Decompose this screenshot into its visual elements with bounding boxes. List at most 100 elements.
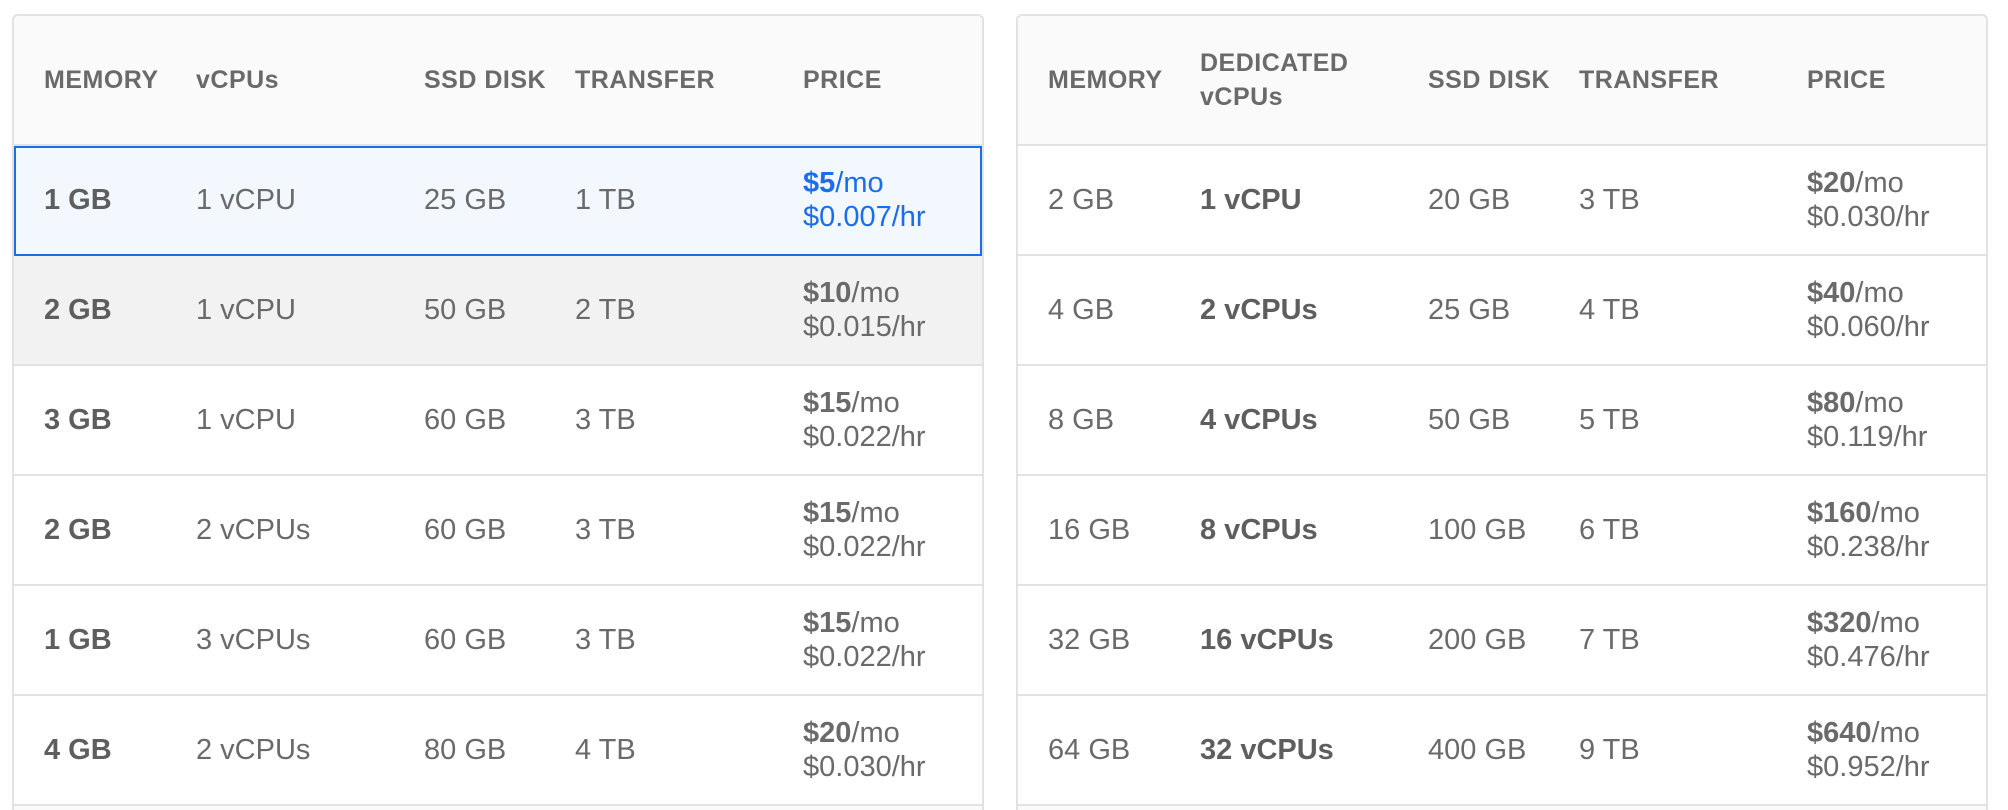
cell-transfer: 3 TB <box>575 403 636 436</box>
cell-price: $320/mo $0.476/hr <box>1807 586 1930 694</box>
cell-price: $20/mo $0.030/hr <box>1807 146 1930 254</box>
cell-ssd-disk: 25 GB <box>424 183 507 216</box>
price-monthly-amount: $15 <box>803 607 852 639</box>
plan-row[interactable]: 3 GB 1 vCPU 60 GB 3 TB $15/mo $0.022/hr <box>14 366 982 476</box>
price-monthly: $640/mo <box>1807 716 1920 750</box>
plan-row[interactable]: 1 GB 3 vCPUs 60 GB 3 TB $15/mo $0.022/hr <box>14 586 982 696</box>
cell-vcpus: 3 vCPUs <box>196 623 311 656</box>
price-monthly-unit: /mo <box>1855 387 1904 419</box>
price-monthly-amount: $20 <box>1807 167 1856 199</box>
cell-memory: 8 GB <box>1048 403 1115 436</box>
plan-row[interactable]: 16 GB 8 vCPUs 100 GB 6 TB $160/mo $0.238/hr <box>1018 476 1986 586</box>
table-body: 2 GB 1 vCPU 20 GB 3 TB $20/mo $0.030/hr 4 GB 2 … <box>1018 146 1986 806</box>
cell-vcpus: 2 vCPUs <box>1200 293 1318 326</box>
header-vcpus: vCPUs <box>196 66 280 94</box>
price-hourly: $0.022/hr <box>803 421 926 453</box>
price-hourly: $0.022/hr <box>803 531 926 563</box>
cell-price: $15/mo $0.022/hr <box>803 476 926 584</box>
price-hourly: $0.007/hr <box>803 201 926 233</box>
price-monthly-unit: /mo <box>1871 607 1920 639</box>
price-monthly: $320/mo <box>1807 606 1920 640</box>
plan-row[interactable]: 1 GB 1 vCPU 25 GB 1 TB $5/mo $0.007/hr <box>14 146 982 256</box>
price-hourly: $0.952/hr <box>1807 751 1930 783</box>
plan-row[interactable]: 2 GB 2 vCPUs 60 GB 3 TB $15/mo $0.022/hr <box>14 476 982 586</box>
price-monthly: $15/mo <box>803 496 900 530</box>
table-header: MEMORY DEDICATED vCPUs SSD DISK TRANSFER… <box>1018 16 1986 146</box>
price-monthly: $80/mo <box>1807 386 1904 420</box>
price-monthly-amount: $640 <box>1807 717 1872 749</box>
price-monthly-amount: $160 <box>1807 497 1872 529</box>
price-hourly: $0.030/hr <box>803 751 926 783</box>
cell-memory: 4 GB <box>1048 293 1115 326</box>
price-monthly-amount: $20 <box>803 717 852 749</box>
header-price: PRICE <box>803 66 882 94</box>
price-hourly: $0.060/hr <box>1807 311 1930 343</box>
cell-memory: 2 GB <box>44 293 112 326</box>
cell-vcpus: 16 vCPUs <box>1200 623 1334 656</box>
cell-transfer: 3 TB <box>575 513 636 546</box>
price-hourly: $0.238/hr <box>1807 531 1930 563</box>
cell-ssd-disk: 20 GB <box>1428 183 1511 216</box>
cell-price: $15/mo $0.022/hr <box>803 586 926 694</box>
price-hourly: $0.022/hr <box>803 641 926 673</box>
cell-ssd-disk: 200 GB <box>1428 623 1527 656</box>
plan-row[interactable]: 64 GB 32 vCPUs 400 GB 9 TB $640/mo $0.952/hr <box>1018 696 1986 806</box>
cell-ssd-disk: 50 GB <box>424 293 507 326</box>
header-ssd-disk: SSD DISK <box>1428 66 1551 94</box>
cell-transfer: 4 TB <box>575 733 636 766</box>
price-monthly-amount: $80 <box>1807 387 1856 419</box>
price-monthly-unit: /mo <box>1871 717 1920 749</box>
price-monthly: $20/mo <box>1807 166 1904 200</box>
cell-transfer: 7 TB <box>1579 623 1640 656</box>
cell-memory: 2 GB <box>44 513 112 546</box>
cell-price: $80/mo $0.119/hr <box>1807 366 1927 474</box>
price-hourly: $0.030/hr <box>1807 201 1930 233</box>
cell-ssd-disk: 400 GB <box>1428 733 1527 766</box>
cell-vcpus: 1 vCPU <box>1200 183 1302 216</box>
cell-ssd-disk: 25 GB <box>1428 293 1511 326</box>
header-dedicated-vcpus: DEDICATED vCPUs <box>1200 49 1349 111</box>
price-monthly-unit: /mo <box>851 497 900 529</box>
cell-price: $160/mo $0.238/hr <box>1807 476 1930 584</box>
table-header: MEMORY vCPUs SSD DISK TRANSFER PRICE <box>14 16 982 146</box>
cell-transfer: 4 TB <box>1579 293 1640 326</box>
cell-memory: 3 GB <box>44 403 112 436</box>
cell-ssd-disk: 60 GB <box>424 623 507 656</box>
cell-transfer: 1 TB <box>575 183 636 216</box>
price-hourly: $0.119/hr <box>1807 421 1928 453</box>
cell-vcpus: 1 vCPU <box>196 293 296 326</box>
cell-memory: 1 GB <box>44 623 112 656</box>
price-monthly-amount: $5 <box>803 167 836 199</box>
price-monthly-unit: /mo <box>835 167 884 199</box>
header-price: PRICE <box>1807 66 1886 94</box>
cell-transfer: 9 TB <box>1579 733 1640 766</box>
price-monthly-unit: /mo <box>1855 167 1904 199</box>
price-monthly-amount: $15 <box>803 497 852 529</box>
cell-memory: 1 GB <box>44 183 112 216</box>
price-hourly: $0.015/hr <box>803 311 926 343</box>
plan-row[interactable]: 8 GB 4 vCPUs 50 GB 5 TB $80/mo $0.119/hr <box>1018 366 1986 476</box>
cell-vcpus: 8 vCPUs <box>1200 513 1318 546</box>
cell-transfer: 5 TB <box>1579 403 1640 436</box>
cell-vcpus: 2 vCPUs <box>196 733 311 766</box>
table-body: 1 GB 1 vCPU 25 GB 1 TB $5/mo $0.007/hr 2 GB 1 v… <box>14 146 982 806</box>
plan-row[interactable]: 2 GB 1 vCPU 50 GB 2 TB $10/mo $0.015/hr <box>14 256 982 366</box>
plan-row[interactable]: 32 GB 16 vCPUs 200 GB 7 TB $320/mo $0.476/hr <box>1018 586 1986 696</box>
plan-row[interactable]: 2 GB 1 vCPU 20 GB 3 TB $20/mo $0.030/hr <box>1018 146 1986 256</box>
price-monthly: $15/mo <box>803 606 900 640</box>
plan-row[interactable]: 4 GB 2 vCPUs 25 GB 4 TB $40/mo $0.060/hr <box>1018 256 1986 366</box>
price-monthly-amount: $15 <box>803 387 852 419</box>
plan-row[interactable]: 4 GB 2 vCPUs 80 GB 4 TB $20/mo $0.030/hr <box>14 696 982 806</box>
cell-memory: 2 GB <box>1048 183 1115 216</box>
header-transfer: TRANSFER <box>1579 66 1720 94</box>
cell-memory: 64 GB <box>1048 733 1131 766</box>
price-monthly-unit: /mo <box>1871 497 1920 529</box>
cell-ssd-disk: 80 GB <box>424 733 507 766</box>
price-monthly-unit: /mo <box>851 607 900 639</box>
standard-plans-table: MEMORY vCPUs SSD DISK TRANSFER PRICE 1 G… <box>12 14 984 810</box>
price-monthly: $160/mo <box>1807 496 1920 530</box>
price-monthly: $10/mo <box>803 276 900 310</box>
price-monthly: $15/mo <box>803 386 900 420</box>
cell-memory: 16 GB <box>1048 513 1131 546</box>
cell-ssd-disk: 50 GB <box>1428 403 1511 436</box>
